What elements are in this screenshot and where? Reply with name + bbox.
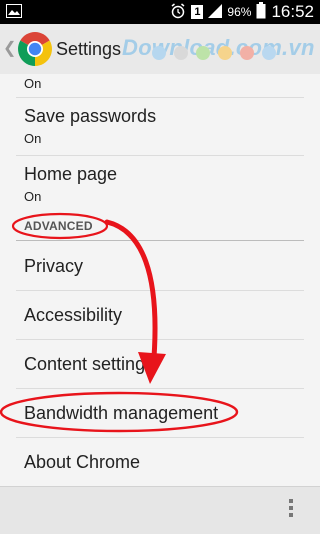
page-title: Settings [56, 39, 122, 59]
item-label: About Chrome [24, 452, 141, 472]
item-label: Privacy [24, 256, 84, 276]
watermark-dots [152, 46, 276, 60]
settings-item-accessibility[interactable]: Accessibility [0, 291, 320, 339]
item-label: Content settings [24, 354, 155, 374]
battery-icon [256, 2, 266, 22]
clock: 16:52 [271, 2, 314, 21]
settings-item-bandwidth-management[interactable]: Bandwidth management [0, 389, 320, 437]
chrome-logo-icon[interactable] [18, 32, 52, 66]
settings-item-top-partial[interactable]: On [0, 74, 320, 94]
bottom-menu-bar [0, 486, 320, 534]
item-value: On [24, 76, 42, 91]
section-header-advanced: ADVANCED [24, 219, 93, 233]
item-label: Bandwidth management [24, 403, 219, 423]
settings-item-save-passwords[interactable]: Save passwords On [0, 98, 320, 156]
battery-percent: 96% [227, 5, 252, 19]
sim-indicator: 1 [191, 5, 204, 19]
settings-item-home-page[interactable]: Home page On [0, 156, 320, 214]
overflow-menu-icon[interactable] [288, 499, 294, 520]
item-label: Accessibility [24, 305, 123, 325]
back-chevron-icon[interactable]: ❮ [3, 38, 16, 58]
item-label: Home page [24, 164, 118, 184]
gallery-notification-icon [6, 4, 22, 23]
settings-item-about-chrome[interactable]: About Chrome [0, 438, 320, 486]
signal-icon [208, 3, 223, 21]
settings-item-privacy[interactable]: Privacy [0, 241, 320, 290]
settings-item-content-settings[interactable]: Content settings [0, 340, 320, 388]
item-value: On [24, 189, 42, 204]
status-bar: 1 96% 16:52 [0, 0, 320, 24]
alarm-icon [170, 2, 186, 22]
item-value: On [24, 131, 42, 146]
item-label: Save passwords [24, 106, 157, 126]
